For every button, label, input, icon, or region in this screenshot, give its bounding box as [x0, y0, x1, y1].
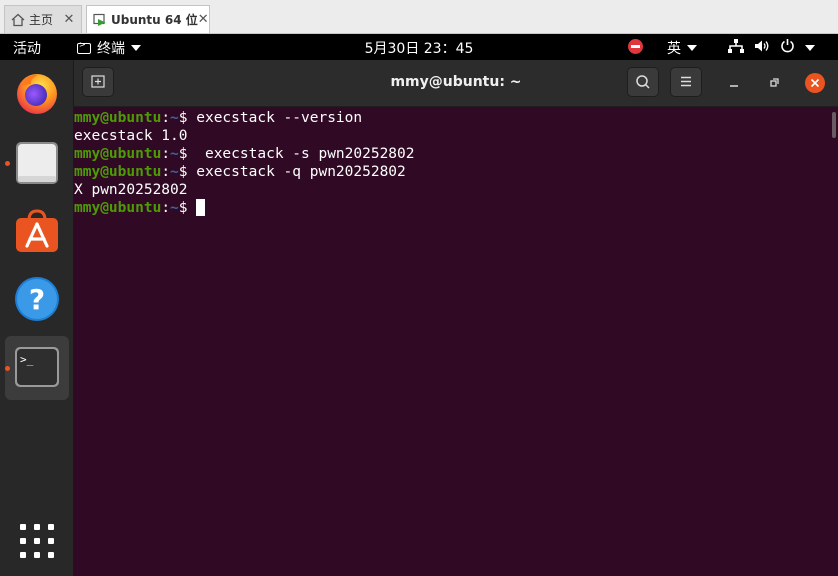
gnome-top-bar: 活动 终端 5月30日 23：45 英: [0, 34, 838, 60]
terminal-icon[interactable]: >_: [14, 344, 60, 390]
prompt-user: mmy@ubuntu: [74, 146, 162, 162]
vm-tab-strip: 主页 ✕ Ubuntu 64 位 ✕: [0, 0, 838, 34]
vm-tab-home-label: 主页: [29, 13, 54, 27]
terminal-command-line: mmy@ubuntu:~$ execstack --version: [74, 109, 838, 127]
prompt-separator: :: [161, 164, 171, 180]
prompt-separator: :: [161, 200, 171, 216]
clock-button[interactable]: 5月30日 23：45: [365, 41, 474, 57]
prompt-dollar: $: [178, 200, 188, 216]
maximize-icon: [770, 78, 779, 87]
command-text: execstack -s pwn20252802: [187, 146, 415, 162]
prompt-dollar: $: [178, 110, 188, 126]
close-icon: [810, 78, 820, 88]
search-button[interactable]: [627, 67, 659, 97]
window-title: mmy@ubuntu: ~: [390, 74, 522, 90]
activities-button[interactable]: 活动: [13, 38, 41, 58]
ubuntu-software-icon[interactable]: [14, 208, 60, 254]
help-glyph: ?: [29, 283, 45, 316]
chevron-down-icon: [805, 44, 815, 51]
prompt-path: ~: [170, 200, 179, 216]
menu-button[interactable]: [670, 67, 702, 97]
prompt-path: ~: [170, 110, 179, 126]
home-icon: [11, 13, 25, 27]
output-text: X pwn20252802: [74, 182, 188, 198]
terminal-glyph: >_: [20, 353, 34, 366]
terminal-headerbar: mmy@ubuntu: ~: [74, 60, 838, 107]
power-icon: [780, 38, 795, 57]
dock: ? >_: [0, 60, 74, 576]
output-text: execstack 1.0: [74, 128, 188, 144]
new-tab-button[interactable]: [82, 67, 114, 97]
show-apps-icon[interactable]: [20, 524, 54, 558]
terminal-command-line: mmy@ubuntu:~$: [74, 199, 838, 217]
vm-tab-ubuntu[interactable]: Ubuntu 64 位 ✕: [86, 5, 210, 33]
hamburger-icon: [681, 76, 691, 87]
chevron-down-icon: [131, 45, 141, 51]
running-indicator: [5, 161, 10, 166]
vm-icon: [93, 13, 107, 27]
vm-tab-home[interactable]: 主页 ✕: [4, 5, 82, 33]
app-menu-label: 终端: [97, 41, 125, 57]
close-icon[interactable]: ✕: [198, 12, 209, 27]
prompt-separator: :: [161, 146, 171, 162]
chevron-down-icon: [687, 45, 697, 51]
terminal-window: mmy@ubuntu: ~ mmy@ubuntu:~$ execstack --…: [74, 60, 838, 576]
app-menu-button[interactable]: 终端: [77, 38, 141, 58]
input-method-label: 英: [667, 41, 681, 57]
system-tray-button[interactable]: [728, 38, 815, 57]
prompt-user: mmy@ubuntu: [74, 200, 162, 216]
prompt-path: ~: [170, 146, 179, 162]
terminal-command-line: mmy@ubuntu:~$ execstack -s pwn20252802: [74, 145, 838, 163]
prompt-separator: :: [161, 110, 171, 126]
minimize-button[interactable]: [724, 73, 744, 93]
prompt-user: mmy@ubuntu: [74, 110, 162, 126]
volume-icon: [754, 39, 770, 57]
firefox-icon[interactable]: [14, 70, 60, 116]
text-cursor: [196, 199, 206, 216]
terminal-command-line: mmy@ubuntu:~$ execstack -q pwn20252802: [74, 163, 838, 181]
terminal-output-line: X pwn20252802: [74, 181, 838, 199]
maximize-button[interactable]: [764, 73, 784, 93]
close-button[interactable]: [805, 73, 825, 93]
command-text: execstack -q pwn20252802: [187, 164, 406, 180]
prompt-user: mmy@ubuntu: [74, 164, 162, 180]
network-icon: [728, 38, 744, 57]
input-method-button[interactable]: 英: [667, 38, 697, 58]
do-not-disturb-icon[interactable]: [628, 39, 643, 54]
command-text: [188, 200, 197, 216]
terminal-screen[interactable]: mmy@ubuntu:~$ execstack --version execsta…: [74, 107, 838, 576]
scrollbar[interactable]: [832, 112, 836, 138]
help-icon[interactable]: ?: [14, 276, 60, 322]
search-icon: [636, 75, 650, 89]
running-indicator: [5, 366, 10, 371]
vm-tab-ubuntu-label: Ubuntu 64 位: [111, 13, 198, 27]
command-text: execstack --version: [187, 110, 363, 126]
close-icon[interactable]: ✕: [61, 12, 77, 27]
prompt-dollar: $: [178, 164, 188, 180]
files-icon[interactable]: [14, 140, 60, 186]
prompt-dollar: $: [178, 146, 188, 162]
minimize-icon: [730, 85, 738, 87]
prompt-path: ~: [170, 164, 179, 180]
terminal-output-line: execstack 1.0: [74, 127, 838, 145]
terminal-icon: [77, 40, 91, 54]
